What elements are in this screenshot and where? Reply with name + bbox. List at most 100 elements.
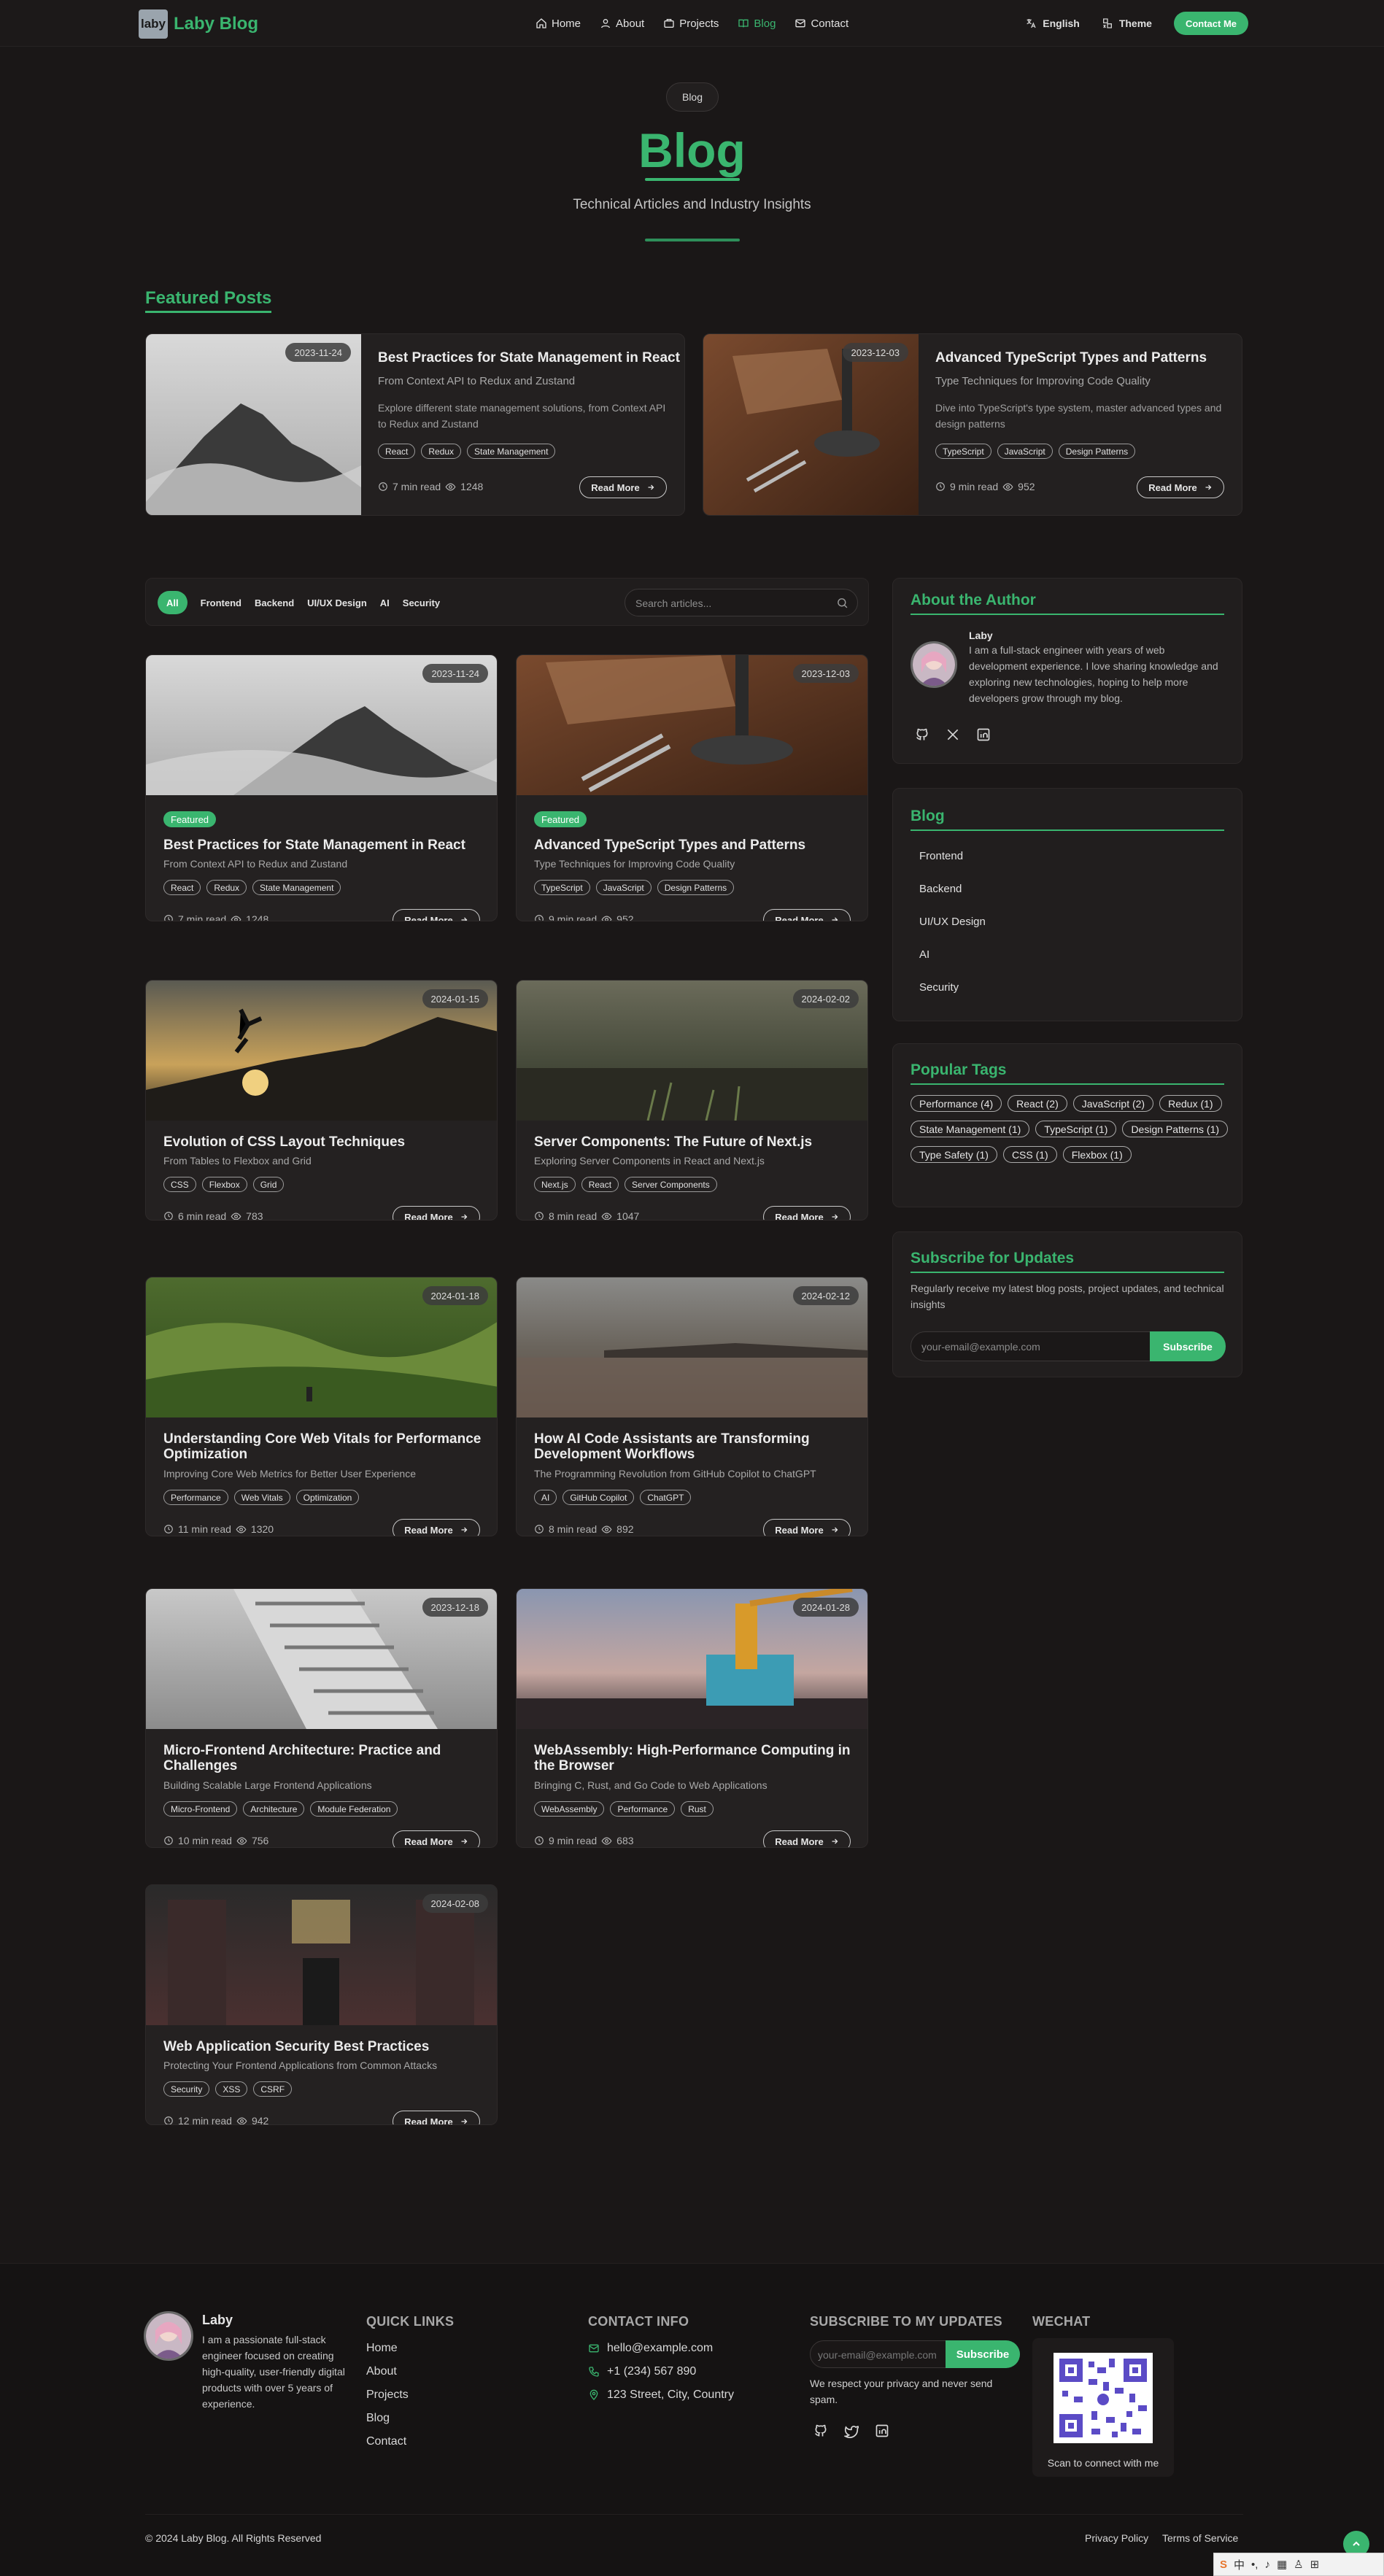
read-more-button[interactable]: Read More — [393, 1519, 480, 1536]
read-more-button[interactable]: Read More — [1137, 476, 1224, 498]
github-icon[interactable] — [915, 727, 929, 742]
terms-link[interactable]: Terms of Service — [1162, 2532, 1238, 2544]
tag[interactable]: Design Patterns — [657, 880, 735, 895]
punctuation-icon[interactable]: •, — [1251, 2558, 1258, 2571]
footer-email-field[interactable]: your-email@example.com — [810, 2340, 947, 2368]
post-title[interactable]: WebAssembly: High-Performance Computing … — [534, 1743, 855, 1774]
tag[interactable]: JavaScript (2) — [1072, 1095, 1154, 1112]
tag[interactable]: Redux — [421, 444, 462, 459]
post-card[interactable]: 2023-12-03 Featured Advanced TypeScript … — [516, 654, 868, 921]
nav-projects[interactable]: Projects — [663, 18, 719, 30]
tag[interactable]: TypeScript — [534, 880, 590, 895]
tag[interactable]: AI — [534, 1490, 557, 1505]
tag[interactable]: Design Patterns — [1058, 444, 1136, 459]
read-more-button[interactable]: Read More — [763, 909, 851, 921]
post-card[interactable]: 2024-01-18 Understanding Core Web Vitals… — [145, 1277, 498, 1536]
tag[interactable]: Module Federation — [310, 1801, 398, 1817]
filter-frontend[interactable]: Frontend — [201, 591, 241, 614]
footer-link-home[interactable]: Home — [366, 2342, 398, 2355]
post-title[interactable]: How AI Code Assistants are Transforming … — [534, 1431, 855, 1462]
category-item[interactable]: AI — [911, 938, 1226, 971]
subscribe-button[interactable]: Subscribe — [1150, 1331, 1226, 1361]
ime-mode[interactable]: 中 — [1234, 2557, 1245, 2572]
nav-contact[interactable]: Contact — [795, 18, 848, 30]
footer-link-blog[interactable]: Blog — [366, 2412, 390, 2425]
search-input[interactable]: Search articles... — [625, 589, 858, 616]
tag[interactable]: GitHub Copilot — [563, 1490, 635, 1505]
read-more-button[interactable]: Read More — [393, 2111, 480, 2124]
read-more-button[interactable]: Read More — [393, 909, 480, 921]
tag[interactable]: WebAssembly — [534, 1801, 605, 1817]
post-card[interactable]: 2023-12-18 Micro-Frontend Architecture: … — [145, 1588, 498, 1848]
contact-phone[interactable]: +1 (234) 567 890 — [588, 2365, 696, 2378]
tag[interactable]: CSS (1) — [1002, 1146, 1057, 1163]
tag[interactable]: Optimization — [295, 1490, 360, 1505]
read-more-button[interactable]: Read More — [393, 1830, 480, 1847]
linkedin-icon[interactable] — [875, 2424, 889, 2438]
read-more-button[interactable]: Read More — [579, 476, 667, 498]
filter-ai[interactable]: AI — [380, 591, 390, 614]
tag[interactable]: Performance — [163, 1490, 228, 1505]
language-button[interactable]: English — [1025, 18, 1080, 29]
tag[interactable]: Security — [163, 2081, 210, 2097]
nav-about[interactable]: About — [600, 18, 644, 30]
tag[interactable]: Flexbox — [201, 1177, 247, 1192]
grid-icon[interactable]: ⊞ — [1310, 2558, 1320, 2571]
post-title[interactable]: Micro-Frontend Architecture: Practice an… — [163, 1743, 484, 1774]
tag[interactable]: Redux — [206, 880, 247, 895]
tag[interactable]: JavaScript — [997, 444, 1053, 459]
tag[interactable]: React — [163, 880, 201, 895]
privacy-policy-link[interactable]: Privacy Policy — [1085, 2532, 1148, 2544]
tag[interactable]: React — [581, 1177, 619, 1192]
tag[interactable]: Grid — [252, 1177, 285, 1192]
tag[interactable]: Flexbox (1) — [1062, 1146, 1132, 1163]
post-card[interactable]: 2024-01-28 WebAssembly: High-Performance… — [516, 1588, 868, 1848]
linkedin-icon[interactable] — [976, 727, 991, 742]
footer-link-projects[interactable]: Projects — [366, 2389, 409, 2402]
post-title[interactable]: Server Components: The Future of Next.js — [534, 1134, 855, 1150]
tag[interactable]: XSS — [215, 2081, 248, 2097]
tag[interactable]: Micro-Frontend — [163, 1801, 238, 1817]
x-icon[interactable] — [946, 727, 960, 742]
post-title[interactable]: Web Application Security Best Practices — [163, 2039, 484, 2054]
tag[interactable]: React — [378, 444, 416, 459]
post-card[interactable]: 2023-11-24 Featured Best Practices for S… — [145, 654, 498, 921]
category-item[interactable]: Security — [911, 971, 1226, 1004]
theme-button[interactable]: Theme — [1102, 18, 1152, 29]
post-card[interactable]: 2024-01-15 Evolution of CSS Layout Techn… — [145, 980, 498, 1221]
tag[interactable]: Next.js — [534, 1177, 576, 1192]
read-more-button[interactable]: Read More — [763, 1830, 851, 1847]
post-title[interactable]: Understanding Core Web Vitals for Perfor… — [163, 1431, 484, 1462]
twitter-icon[interactable] — [844, 2424, 859, 2438]
post-title[interactable]: Evolution of CSS Layout Techniques — [163, 1134, 484, 1150]
category-item[interactable]: Frontend — [911, 840, 1226, 873]
site-logo[interactable]: laby Laby Blog — [139, 9, 258, 39]
filter-backend[interactable]: Backend — [255, 591, 294, 614]
featured-card[interactable]: 2023-12-03 Advanced TypeScript Types and… — [703, 333, 1242, 516]
filter-security[interactable]: Security — [403, 591, 440, 614]
read-more-button[interactable]: Read More — [393, 1206, 480, 1220]
nav-blog[interactable]: Blog — [738, 18, 776, 30]
shirt-icon[interactable]: ♙ — [1294, 2558, 1303, 2571]
tag[interactable]: React (2) — [1008, 1095, 1067, 1112]
tag[interactable]: Architecture — [243, 1801, 305, 1817]
post-title[interactable]: Best Practices for State Management in R… — [378, 350, 680, 366]
footer-link-about[interactable]: About — [366, 2365, 397, 2378]
contact-email[interactable]: hello@example.com — [588, 2342, 713, 2355]
read-more-button[interactable]: Read More — [763, 1206, 851, 1220]
post-title[interactable]: Advanced TypeScript Types and Patterns — [534, 838, 855, 853]
read-more-button[interactable]: Read More — [763, 1519, 851, 1536]
tag[interactable]: Redux (1) — [1159, 1095, 1222, 1112]
tag[interactable]: TypeScript (1) — [1035, 1121, 1117, 1137]
keyboard-icon[interactable]: ▦ — [1277, 2558, 1287, 2571]
tag[interactable]: State Management (1) — [911, 1121, 1030, 1137]
tag[interactable]: State Management — [467, 444, 556, 459]
post-title[interactable]: Best Practices for State Management in R… — [163, 838, 484, 853]
category-item[interactable]: UI/UX Design — [911, 905, 1226, 938]
tag[interactable]: JavaScript — [595, 880, 652, 895]
post-title[interactable]: Advanced TypeScript Types and Patterns — [935, 350, 1207, 366]
github-icon[interactable] — [813, 2424, 828, 2438]
category-item[interactable]: Backend — [911, 873, 1226, 905]
featured-card[interactable]: 2023-11-24 Best Practices for State Mana… — [145, 333, 685, 516]
tag[interactable]: CSRF — [253, 2081, 293, 2097]
